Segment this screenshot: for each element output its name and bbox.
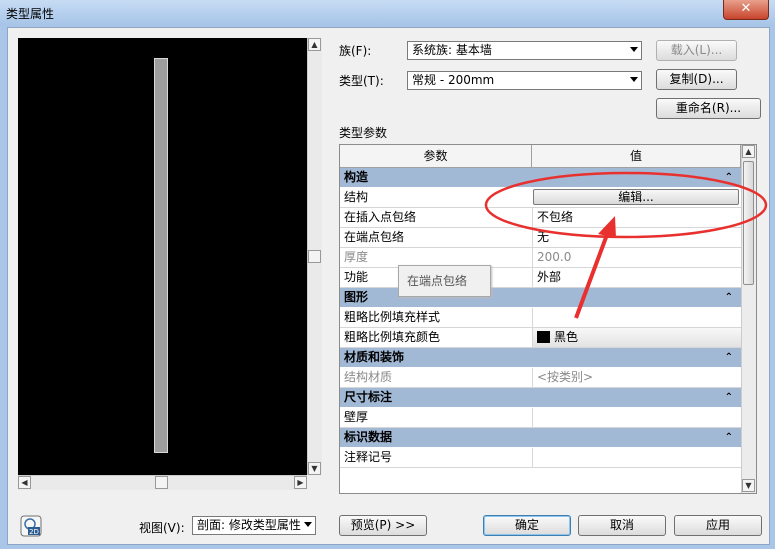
type-params-label: 类型参数 xyxy=(339,126,388,140)
group-materials[interactable]: 材质和装饰 ⌃ xyxy=(340,348,741,368)
collapse-icon[interactable]: ⌃ xyxy=(725,388,733,407)
family-combo[interactable]: 系统族: 基本墙 xyxy=(407,41,642,60)
dialog-client: ▲ ▼ ◀ ▶ 族(F): 系统族: 基本墙 载入(L)... 类型(T): 常… xyxy=(7,27,770,545)
grid-header: 参数 值 xyxy=(340,145,741,168)
edit-structure-button[interactable]: 编辑... xyxy=(533,189,739,205)
family-label: 族(F): xyxy=(339,44,372,58)
tooltip: 在端点包络 xyxy=(398,265,491,297)
collapse-icon[interactable]: ⌃ xyxy=(725,288,733,307)
ok-button[interactable]: 确定 xyxy=(483,515,571,536)
group-identity-data[interactable]: 标识数据 ⌃ xyxy=(340,428,741,448)
svg-text:2D: 2D xyxy=(29,528,39,536)
title-bar: 类型属性 ✕ xyxy=(0,0,775,26)
collapse-icon[interactable]: ⌃ xyxy=(725,168,733,187)
param-name: 结构 xyxy=(344,190,369,204)
param-name: 厚度 xyxy=(344,250,369,264)
param-row: 粗略比例填充颜色 黑色 xyxy=(340,328,741,348)
param-value: <按类别> xyxy=(532,368,741,387)
color-value[interactable]: 黑色 xyxy=(532,328,741,347)
scroll-left-icon[interactable]: ◀ xyxy=(18,476,31,489)
color-name: 黑色 xyxy=(554,330,579,344)
type-value: 常规 - 200mm xyxy=(412,73,495,87)
param-row: 粗略比例填充样式 xyxy=(340,308,741,328)
type-parameters-grid: 参数 值 构造 ⌃ 结构 编辑... 在插入点包络 不包络 在端点包络 无 厚度 200.… xyxy=(339,144,757,494)
param-value[interactable]: 不包络 xyxy=(532,208,741,227)
param-value: 200.0 xyxy=(532,248,741,267)
cancel-button[interactable]: 取消 xyxy=(578,515,666,536)
column-header-param[interactable]: 参数 xyxy=(340,145,532,167)
type-combo[interactable]: 常规 - 200mm xyxy=(407,71,642,90)
close-button[interactable]: ✕ xyxy=(723,0,769,20)
param-value[interactable] xyxy=(532,448,741,467)
chevron-down-icon xyxy=(304,522,312,527)
view-label: 视图(V): xyxy=(139,521,185,535)
scroll-thumb-h[interactable] xyxy=(155,476,168,489)
apply-button[interactable]: 应用 xyxy=(674,515,762,536)
column-header-value[interactable]: 值 xyxy=(532,145,741,167)
rename-button[interactable]: 重命名(R)... xyxy=(656,98,761,119)
param-row: 壁厚 xyxy=(340,408,741,428)
param-name: 结构材质 xyxy=(344,370,393,384)
param-name: 粗略比例填充颜色 xyxy=(344,330,441,344)
param-name: 在端点包络 xyxy=(344,230,405,244)
param-value[interactable] xyxy=(532,308,741,327)
param-row: 在端点包络 无 xyxy=(340,228,741,248)
grid-body: 构造 ⌃ 结构 编辑... 在插入点包络 不包络 在端点包络 无 厚度 200.0 功能 外… xyxy=(340,168,741,468)
group-title: 材质和装饰 xyxy=(344,350,405,364)
scroll-thumb[interactable] xyxy=(743,161,754,285)
group-title: 尺寸标注 xyxy=(344,390,393,404)
param-value[interactable] xyxy=(532,408,741,427)
type-label: 类型(T): xyxy=(339,74,384,88)
view-combo[interactable]: 剖面: 修改类型属性 xyxy=(192,516,316,535)
load-button[interactable]: 载入(L)... xyxy=(656,40,737,61)
group-dimensions[interactable]: 尺寸标注 ⌃ xyxy=(340,388,741,408)
preview-vertical-scrollbar[interactable]: ▲ ▼ xyxy=(307,38,322,475)
family-value: 系统族: 基本墙 xyxy=(412,43,492,57)
group-title: 标识数据 xyxy=(344,430,393,444)
param-row: 在插入点包络 不包络 xyxy=(340,208,741,228)
scroll-up-icon[interactable]: ▲ xyxy=(742,145,755,158)
preview-pane xyxy=(18,38,307,475)
view-value: 剖面: 修改类型属性 xyxy=(197,518,301,532)
collapse-icon[interactable]: ⌃ xyxy=(725,348,733,367)
grid-vertical-scrollbar[interactable]: ▲ ▼ xyxy=(741,145,756,493)
param-name: 功能 xyxy=(344,270,369,284)
scroll-down-icon[interactable]: ▼ xyxy=(308,462,321,475)
chevron-down-icon xyxy=(630,77,638,82)
scroll-thumb[interactable] xyxy=(308,250,321,263)
param-name: 在插入点包络 xyxy=(344,210,417,224)
wall-section-preview xyxy=(154,58,168,453)
scroll-down-icon[interactable]: ▼ xyxy=(742,479,755,492)
group-title: 构造 xyxy=(344,170,369,184)
param-name: 粗略比例填充样式 xyxy=(344,310,441,324)
preview-button[interactable]: 预览(P) >> xyxy=(339,515,427,536)
param-value[interactable]: 外部 xyxy=(532,268,741,287)
preview-horizontal-scrollbar[interactable]: ◀ ▶ xyxy=(18,475,307,490)
window-title: 类型属性 xyxy=(6,7,55,21)
color-swatch xyxy=(537,331,550,343)
scroll-right-icon[interactable]: ▶ xyxy=(294,476,307,489)
close-icon: ✕ xyxy=(740,1,752,16)
duplicate-button[interactable]: 复制(D)... xyxy=(656,69,737,90)
group-title: 图形 xyxy=(344,290,369,304)
param-row: 结构 编辑... xyxy=(340,188,741,208)
param-value[interactable]: 无 xyxy=(532,228,741,247)
group-construction[interactable]: 构造 ⌃ xyxy=(340,168,741,188)
chevron-down-icon xyxy=(630,47,638,52)
scroll-up-icon[interactable]: ▲ xyxy=(308,38,321,51)
param-row: 结构材质 <按类别> xyxy=(340,368,741,388)
view-2d-icon[interactable]: 2D xyxy=(20,515,42,537)
param-row: 注释记号 xyxy=(340,448,741,468)
collapse-icon[interactable]: ⌃ xyxy=(725,428,733,447)
param-name: 壁厚 xyxy=(344,410,369,424)
param-name: 注释记号 xyxy=(344,450,393,464)
